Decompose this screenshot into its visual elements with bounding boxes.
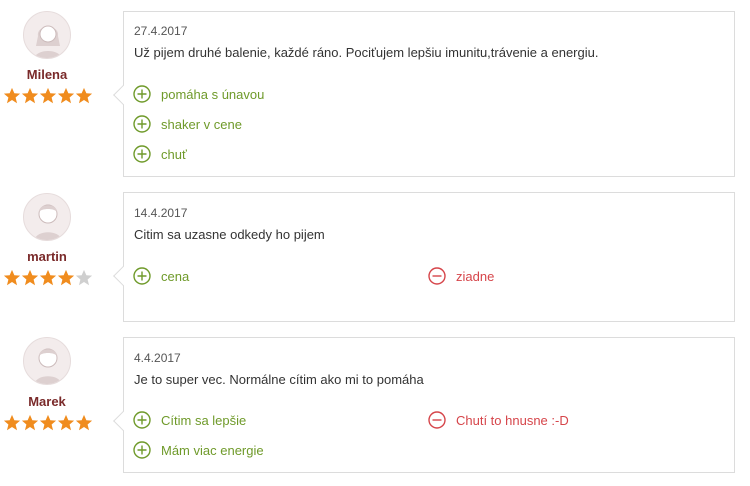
star-filled-icon [21,269,39,286]
review-card: 27.4.2017 Už pijem druhé balenie, každé … [113,11,735,177]
rating-stars [3,414,93,432]
plus-circle-icon [133,85,151,103]
card-pointer [113,266,133,286]
con-text: Chutí to hnusne :-D [456,412,569,428]
pro-item: cena [133,267,189,285]
female-avatar-icon [23,11,71,59]
star-filled-icon [57,87,75,104]
review-date: 27.4.2017 [134,24,188,38]
pro-text: cena [161,268,190,284]
star-filled-icon [3,87,21,104]
minus-circle-icon [428,267,446,285]
review-card: 4.4.2017 Je to super vec. Normálne cítim… [113,337,735,473]
review-text: Citim sa uzasne odkedy ho pijem [134,227,325,242]
review-date: 4.4.2017 [134,351,181,365]
star-filled-icon [3,414,21,431]
pro-text: Cítim sa lepšie [161,412,247,428]
review-text: Už pijem druhé balenie, každé ráno. Poci… [134,45,599,60]
pro-item: chuť [133,145,187,163]
pro-text: pomáha s únavou [161,86,265,102]
rating-stars [3,269,93,287]
plus-circle-icon [133,411,151,429]
author-name: Marek [28,394,66,409]
star-filled-icon [3,269,21,286]
review-item: Milena 27.4.2017 Už pijem druhé balenie,… [0,0,750,180]
pro-text: shaker v cene [161,116,242,132]
pro-item: shaker v cene [133,115,242,133]
review-date: 14.4.2017 [134,206,188,220]
con-item: ziadne [428,267,494,285]
user-avatar-icon [23,337,71,385]
star-filled-icon [39,269,57,286]
pro-item: Cítim sa lepšie [133,411,246,429]
star-filled-icon [57,414,75,431]
pro-text: Mám viac energie [161,442,264,458]
plus-circle-icon [133,441,151,459]
con-text: ziadne [456,268,495,284]
minus-circle-icon [428,411,446,429]
review-item: martin 14.4.2017 Citim sa uzasne odkedy … [0,180,750,325]
star-filled-icon [39,87,57,104]
card-pointer [113,411,133,431]
pro-text: chuť [161,146,187,162]
pro-item: pomáha s únavou [133,85,264,103]
author-name: Milena [26,67,68,82]
review-item: Marek 4.4.2017 Je to super vec. Normálne… [0,325,750,485]
review-card: 14.4.2017 Citim sa uzasne odkedy ho pije… [113,192,735,322]
star-filled-icon [39,414,57,431]
review-text: Je to super vec. Normálne cítim ako mi t… [134,372,424,387]
card-pointer [113,85,133,105]
rating-stars [3,87,93,105]
con-item: Chutí to hnusne :-D [428,411,569,429]
star-empty-icon [75,269,93,286]
pro-item: Mám viac energie [133,441,264,459]
plus-circle-icon [133,115,151,133]
star-filled-icon [75,87,93,104]
star-filled-icon [75,414,93,431]
star-filled-icon [21,87,39,104]
star-filled-icon [57,269,75,286]
plus-circle-icon [133,267,151,285]
author-name: martin [27,249,67,264]
star-filled-icon [21,414,39,431]
plus-circle-icon [133,145,151,163]
user-avatar-icon [23,193,71,241]
